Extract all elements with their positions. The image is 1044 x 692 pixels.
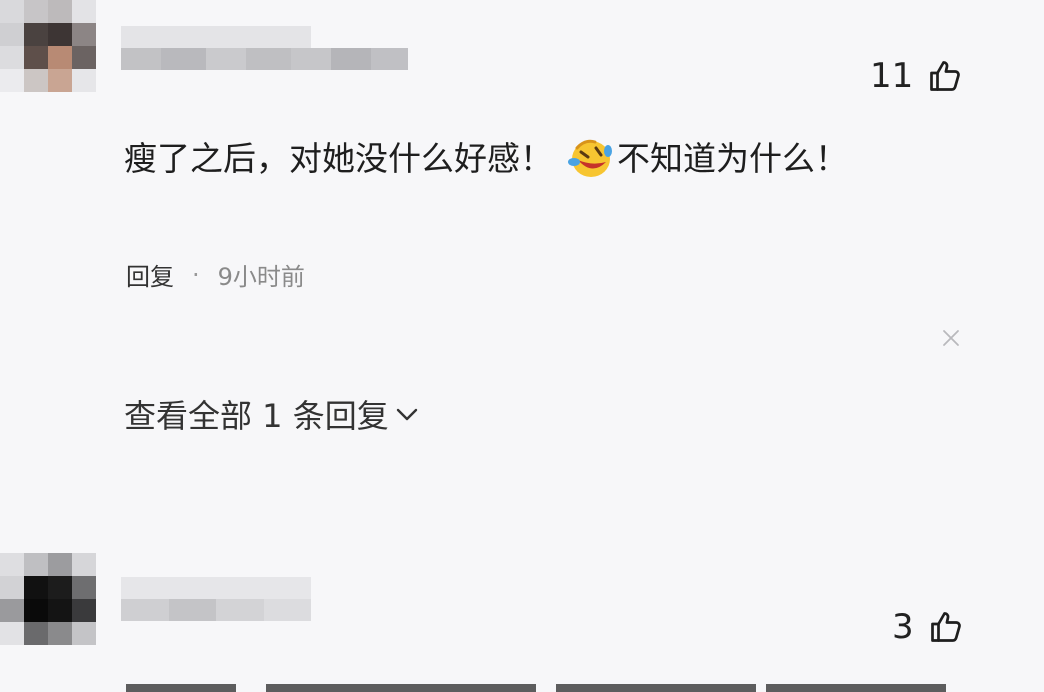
like-count[interactable]: 3 [892,607,964,647]
comment-time: 9小时前 [217,263,305,291]
avatar[interactable] [0,0,96,92]
meta-separator: · [192,260,200,289]
username-blur-top [121,26,311,48]
like-count[interactable]: 11 [870,56,963,96]
reply-button[interactable]: 回复 [126,257,174,292]
view-all-replies-label: 查看全部 1 条回复 [124,397,389,435]
view-all-replies-button[interactable]: 查看全部 1 条回复 [124,391,419,437]
like-count-value: 11 [870,56,914,96]
thumbs-up-icon[interactable] [927,58,963,94]
thumbs-up-icon[interactable] [928,609,964,645]
comment-body: 瘦了之后，对她没什么好感！ 不知道为什么！ [124,138,848,180]
laughing-crying-emoji-icon [568,139,612,177]
avatar[interactable] [0,553,96,645]
comment-text-part1: 瘦了之后，对她没什么好感！ [124,139,553,178]
username-blur-top [121,577,311,599]
chevron-down-icon [396,408,417,421]
comment-body-cropped [126,678,946,692]
username[interactable] [121,48,408,70]
comment-text-part2: 不知道为什么！ [617,139,848,178]
username[interactable] [121,599,311,621]
comment-meta: 回复 · 9小时前 [126,257,305,292]
close-icon[interactable] [940,327,962,349]
like-count-value: 3 [892,607,914,647]
